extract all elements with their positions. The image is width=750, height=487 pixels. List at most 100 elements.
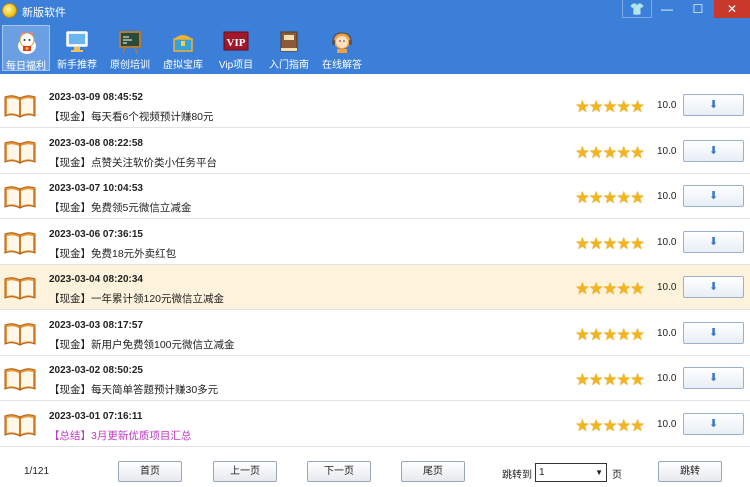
download-button[interactable]: ⬇ (683, 367, 744, 389)
list-item[interactable]: 2023-03-08 08:22:58 【现金】点赞关注软价类小任务平台 ★★★★★… (0, 129, 750, 174)
tab-online-answers[interactable]: 在线解答 (318, 25, 366, 71)
list-item[interactable]: 2023-03-09 08:45:52 【现金】每天看6个视频预计赚80元 ★★★★… (0, 83, 750, 128)
tab-beginner-guide[interactable]: 入门指南 (265, 25, 313, 71)
tab-label: 新手推荐 (57, 60, 97, 71)
chevron-down-icon: ▼ (595, 468, 603, 477)
jump-page-value: 1 (539, 467, 545, 478)
tab-original-training[interactable]: 原创培训 (106, 25, 154, 71)
download-icon: ⬇ (708, 145, 719, 157)
download-button[interactable]: ⬇ (683, 140, 744, 162)
tab-vip-projects[interactable]: VIP Vip项目 (212, 25, 260, 71)
item-title[interactable]: 【现金】每天看6个视频预计赚80元 (49, 109, 214, 124)
jump-button[interactable]: 跳转 (658, 461, 722, 482)
book-icon (4, 232, 36, 255)
item-date: 2023-03-03 08:17:57 (49, 320, 143, 331)
star-rating: ★★★★★ (575, 189, 645, 207)
page-count: 1/121 (24, 466, 50, 477)
last-page-button[interactable]: 尾页 (401, 461, 465, 482)
svg-text:VIP: VIP (227, 37, 246, 49)
item-date: 2023-03-04 08:20:34 (49, 274, 143, 285)
tab-label: 每日福利 (6, 61, 46, 72)
download-icon: ⬇ (708, 236, 719, 248)
download-icon: ⬇ (708, 281, 719, 293)
item-date: 2023-03-01 07:16:11 (49, 411, 143, 422)
jump-label: 跳转到 (502, 470, 532, 481)
minimize-button[interactable]: — (652, 0, 682, 18)
maximize-button[interactable]: ☐ (683, 0, 713, 18)
close-button[interactable]: ✕ (714, 0, 750, 18)
item-title[interactable]: 【现金】新用户免费领100元微信立减金 (49, 337, 235, 352)
book-icon (4, 323, 36, 346)
item-date: 2023-03-02 08:50:25 (49, 365, 143, 376)
tab-beginner-recommend[interactable]: 新手推荐 (53, 25, 101, 71)
star-rating: ★★★★★ (575, 235, 645, 253)
download-icon: ⬇ (708, 190, 719, 202)
star-rating: ★★★★★ (575, 417, 645, 435)
star-rating: ★★★★★ (575, 280, 645, 298)
download-button[interactable]: ⬇ (683, 94, 744, 116)
list-item[interactable]: 2023-03-06 07:36:15 【现金】免费18元外卖红包 ★★★★★ 10.… (0, 220, 750, 265)
star-rating: ★★★★★ (575, 98, 645, 116)
jump-page-select[interactable]: 1 ▼ (535, 463, 607, 482)
book-icon (4, 414, 36, 437)
list-item[interactable]: 2023-03-02 08:50:25 【现金】每天简单答题预计赚30多元 ★★★★… (0, 356, 750, 401)
item-score: 10.0 (657, 373, 677, 384)
tab-virtual-treasury[interactable]: 虚拟宝库 (159, 25, 207, 71)
skin-button[interactable]: 👕 (622, 0, 652, 18)
star-rating: ★★★★★ (575, 144, 645, 162)
download-button[interactable]: ⬇ (683, 185, 744, 207)
main-toolbar: 每日福利 新手推荐 原创培训 虚拟宝库 VIP Vip项目 入门指南 在线解答 (0, 22, 750, 74)
item-score: 10.0 (657, 328, 677, 339)
list-item[interactable]: 2023-03-04 08:20:34 【现金】一年累计领120元微信立减金 ★★★… (0, 265, 750, 310)
item-title[interactable]: 【现金】点赞关注软价类小任务平台 (49, 155, 217, 170)
tab-label: 虚拟宝库 (163, 60, 203, 71)
download-button[interactable]: ⬇ (683, 322, 744, 344)
item-date: 2023-03-06 07:36:15 (49, 229, 143, 240)
pagination-bar: 1/121 首页 上一页 下一页 尾页 跳转到 1 ▼ 页 跳转 (0, 450, 750, 487)
tab-label: 原创培训 (110, 60, 150, 71)
item-score: 10.0 (657, 419, 677, 430)
list-item[interactable]: 2023-03-01 07:16:11 【总结】3月更新优质项目汇总 ★★★★★ 10… (0, 402, 750, 447)
item-date: 2023-03-09 08:45:52 (49, 92, 143, 103)
download-icon: ⬇ (708, 99, 719, 111)
treasure-chest-icon (173, 35, 193, 52)
next-page-button[interactable]: 下一页 (307, 461, 371, 482)
title-bar: 新版软件 👕 — ☐ ✕ (0, 0, 750, 22)
download-button[interactable]: ⬇ (683, 231, 744, 253)
book-icon (4, 368, 36, 391)
download-icon: ⬇ (708, 418, 719, 430)
book-icon (4, 95, 36, 118)
star-rating: ★★★★★ (575, 326, 645, 344)
tab-daily-welfare[interactable]: 每日福利 (2, 25, 50, 72)
first-page-button[interactable]: 首页 (118, 461, 182, 482)
item-score: 10.0 (657, 146, 677, 157)
list-item[interactable]: 2023-03-07 10:04:53 【现金】免费领5元微信立减金 ★★★★★ 10… (0, 174, 750, 219)
support-agent-icon (332, 32, 352, 53)
tab-label: 入门指南 (269, 60, 309, 71)
item-score: 10.0 (657, 282, 677, 293)
prev-page-button[interactable]: 上一页 (213, 461, 277, 482)
guide-book-icon (280, 31, 298, 52)
book-icon (4, 277, 36, 300)
window-title: 新版软件 (22, 7, 66, 19)
list-item[interactable]: 2023-03-03 08:17:57 【现金】新用户免费领100元微信立减金 ★★… (0, 311, 750, 356)
item-title[interactable]: 【现金】免费18元外卖红包 (49, 246, 176, 261)
item-score: 10.0 (657, 100, 677, 111)
item-date: 2023-03-07 10:04:53 (49, 183, 143, 194)
item-score: 10.0 (657, 237, 677, 248)
item-title[interactable]: 【现金】每天简单答题预计赚30多元 (49, 382, 218, 397)
item-title[interactable]: 【现金】一年累计领120元微信立减金 (49, 291, 224, 306)
item-date: 2023-03-08 08:22:58 (49, 138, 143, 149)
item-title[interactable]: 【现金】免费领5元微信立减金 (49, 200, 191, 215)
download-button[interactable]: ⬇ (683, 276, 744, 298)
tab-label: Vip项目 (218, 60, 254, 71)
download-icon: ⬇ (708, 327, 719, 339)
star-rating: ★★★★★ (575, 371, 645, 389)
item-title[interactable]: 【总结】3月更新优质项目汇总 (49, 428, 191, 443)
blackboard-icon (119, 31, 141, 54)
app-logo-icon (2, 3, 17, 18)
monitor-icon (66, 31, 88, 52)
tab-label: 在线解答 (322, 60, 362, 71)
download-button[interactable]: ⬇ (683, 413, 744, 435)
lucky-cat-icon (18, 31, 36, 54)
